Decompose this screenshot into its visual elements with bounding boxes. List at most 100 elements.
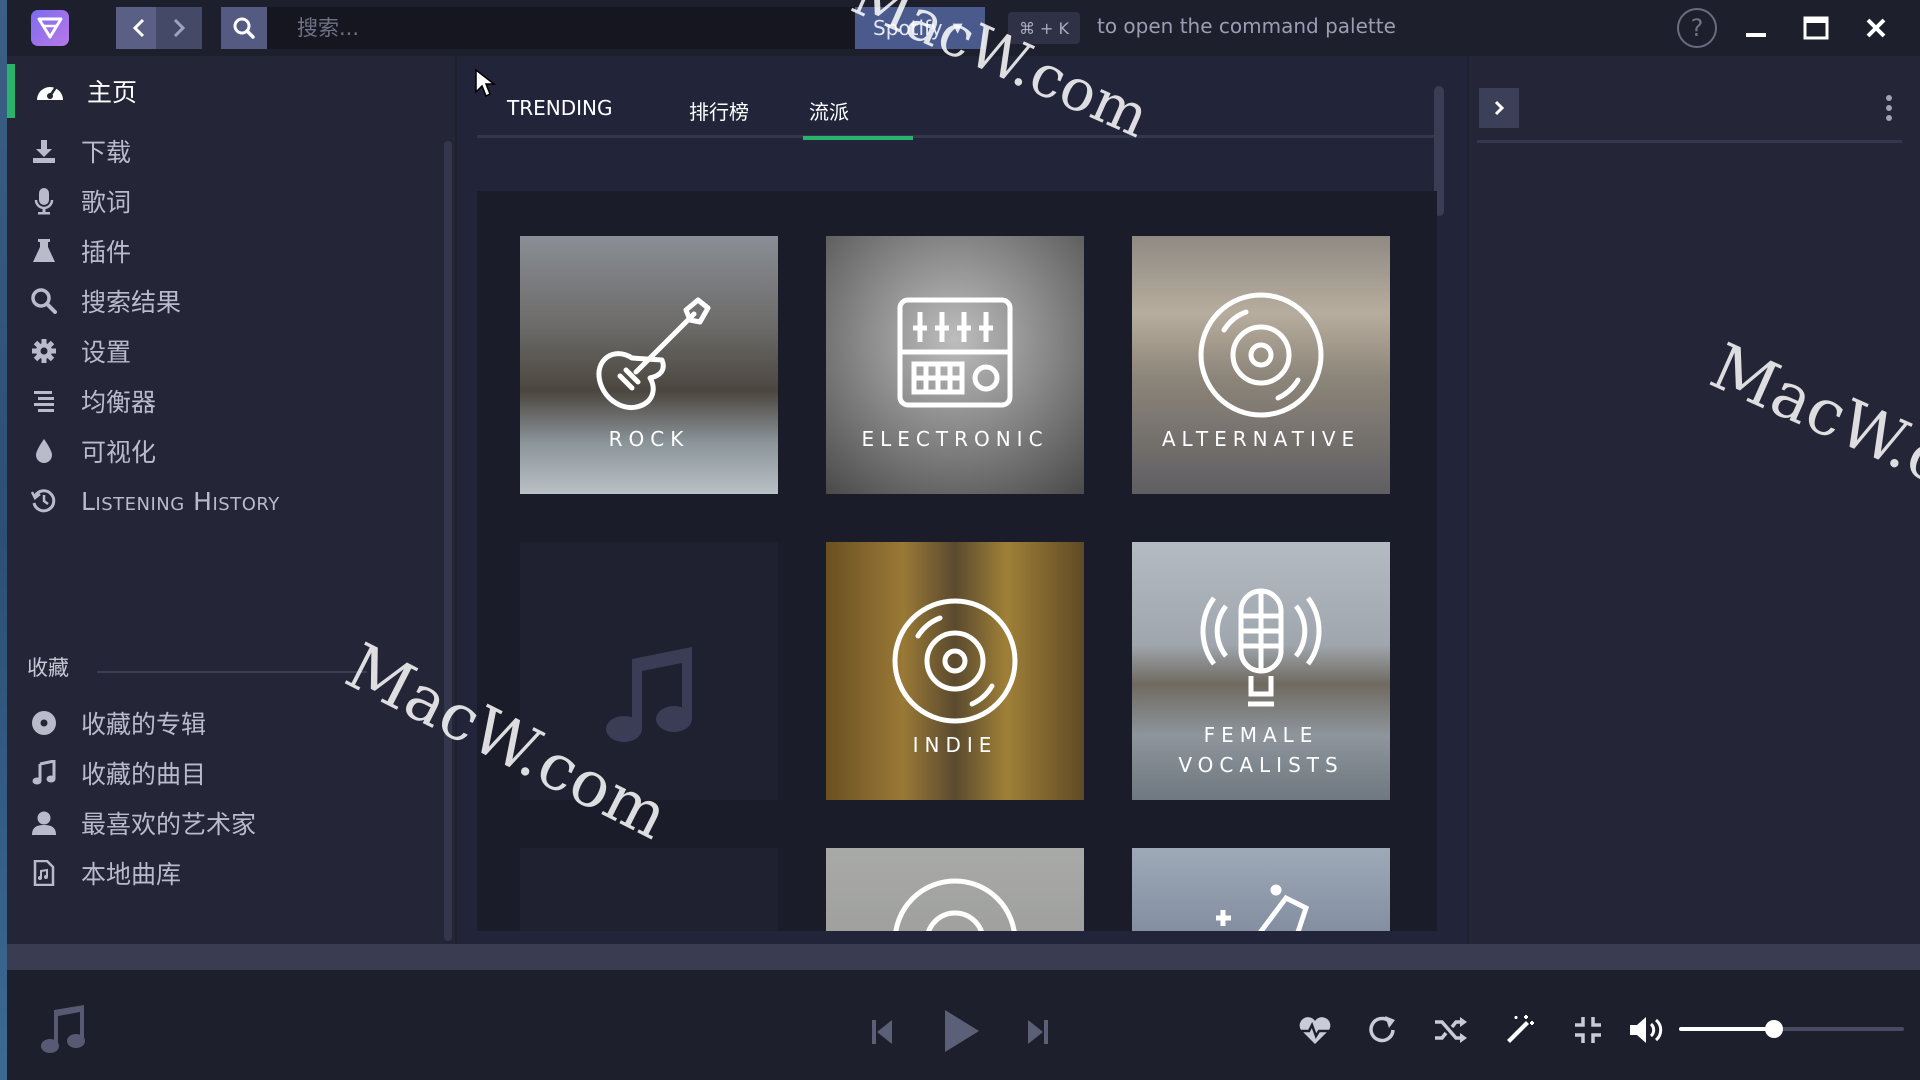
magic-button[interactable]: [1503, 1012, 1537, 1046]
volume-button[interactable]: [1627, 1014, 1667, 1046]
sidebar: 主页 下载 歌词 插件 搜索结果 设置 均衡器 可视化 Listening Hi…: [7, 56, 455, 944]
guitar-icon: [596, 297, 711, 410]
sidebar-item-favorite-tracks[interactable]: 收藏的曲目: [29, 746, 449, 800]
title-bar: Spotify ▼ ⌘ + K to open the command pale…: [7, 0, 1920, 56]
sidebar-item-label: 收藏的曲目: [81, 760, 207, 789]
active-tab-indicator: [803, 136, 913, 140]
tab-charts[interactable]: 排行榜: [677, 96, 761, 125]
volume-thumb[interactable]: [1764, 1020, 1783, 1038]
play-button[interactable]: [939, 1006, 983, 1056]
droplet-icon: [29, 436, 59, 466]
maximize-button[interactable]: [1796, 12, 1836, 44]
genre-card-female-vocalists[interactable]: FEMALE VOCALISTS: [1132, 542, 1390, 800]
sidebar-item-settings[interactable]: 设置: [29, 324, 449, 378]
sidebar-item-label: Listening History: [81, 486, 280, 516]
sidebar-item-label: 本地曲库: [81, 860, 182, 889]
seek-bar[interactable]: [7, 944, 1920, 970]
favorite-button[interactable]: [1297, 1014, 1333, 1048]
disc-icon: [29, 708, 59, 738]
caret-down-icon: ▼: [952, 20, 963, 36]
sidebar-item-search-results[interactable]: 搜索结果: [29, 274, 449, 328]
sidebar-item-label: 可视化: [81, 438, 157, 467]
skip-back-icon: [872, 1020, 892, 1044]
command-palette-hint: to open the command palette: [1097, 14, 1396, 38]
sidebar-item-label: 收藏的专辑: [81, 710, 207, 739]
desktop-background: [0, 0, 7, 1080]
sidebar-item-label: 搜索结果: [81, 288, 182, 317]
search-button[interactable]: [221, 7, 267, 49]
flask-icon: [29, 236, 59, 266]
chevron-left-icon: [132, 18, 145, 38]
genre-card-partial[interactable]: [1132, 848, 1390, 931]
music-note-icon: [29, 758, 59, 788]
sidebar-item-home[interactable]: 主页: [35, 64, 455, 118]
genre-card-rock[interactable]: ROCK: [520, 236, 778, 494]
genre-grid: ROCK ELECTRONIC ALTERNATIVE INDIE FEMALE…: [477, 191, 1437, 931]
genre-label: ALTERNATIVE: [1161, 427, 1361, 451]
previous-button[interactable]: [867, 1014, 897, 1050]
chevron-right-icon: [173, 18, 186, 38]
sidebar-item-favorite-albums[interactable]: 收藏的专辑: [29, 696, 449, 750]
gear-icon: [29, 336, 59, 366]
player-bar: [7, 970, 1920, 1080]
genre-card-placeholder[interactable]: [520, 542, 778, 800]
sidebar-item-plugins[interactable]: 插件: [29, 224, 449, 278]
active-indicator: [7, 64, 15, 118]
genre-label-line2: VOCALISTS: [1178, 753, 1344, 777]
sidebar-item-downloads[interactable]: 下载: [29, 124, 449, 178]
vinyl-icon: [1198, 292, 1324, 418]
shortcut-badge: ⌘ + K: [1008, 12, 1080, 44]
app-logo-icon[interactable]: [31, 10, 69, 46]
genre-card-electronic[interactable]: ELECTRONIC: [826, 236, 1084, 494]
genre-label: FEMALE: [1203, 723, 1319, 747]
genre-card-partial[interactable]: [520, 848, 778, 931]
sidebar-item-equalizer[interactable]: 均衡器: [29, 374, 449, 428]
next-button[interactable]: [1023, 1014, 1053, 1050]
sidebar-item-lyrics[interactable]: 歌词: [29, 174, 449, 228]
tab-bar: TRENDING 排行榜 流派: [477, 86, 1437, 140]
compress-icon: [1575, 1017, 1601, 1043]
genre-card-alternative[interactable]: ALTERNATIVE: [1132, 236, 1390, 494]
genre-card-indie[interactable]: INDIE: [826, 542, 1084, 800]
more-vertical-icon[interactable]: [1885, 94, 1893, 122]
compress-button[interactable]: [1572, 1014, 1604, 1046]
minimize-icon: [1746, 33, 1766, 37]
search-provider-select[interactable]: Spotify ▼: [855, 7, 985, 49]
sidebar-item-local-library[interactable]: 本地曲库: [29, 846, 449, 900]
tab-trending[interactable]: TRENDING: [495, 96, 624, 120]
tab-genres[interactable]: 流派: [797, 96, 861, 125]
sidebar-item-label: 设置: [81, 338, 132, 367]
shuffle-icon: [1435, 1017, 1467, 1043]
equalizer-icon: [29, 386, 59, 416]
close-icon: [1866, 18, 1886, 38]
download-icon: [29, 136, 59, 166]
vinyl-icon: [893, 878, 1017, 931]
close-button[interactable]: [1856, 12, 1896, 44]
sidebar-item-label: 歌词: [81, 188, 132, 217]
vinyl-icon: [892, 598, 1018, 724]
play-icon: [945, 1010, 979, 1052]
volume-slider[interactable]: [1679, 1020, 1904, 1038]
genre-label: ROCK: [608, 427, 690, 451]
minimize-button[interactable]: [1736, 12, 1776, 44]
right-panel: [1469, 56, 1920, 944]
sidebar-item-listening-history[interactable]: Listening History: [29, 474, 449, 528]
magic-wand-icon: [1507, 1015, 1534, 1043]
sidebar-item-label: 主页: [87, 78, 138, 107]
user-icon: [29, 808, 59, 838]
sidebar-item-favorite-artists[interactable]: 最喜欢的艺术家: [29, 796, 449, 850]
repeat-button[interactable]: [1366, 1013, 1400, 1047]
genre-label: ELECTRONIC: [861, 427, 1049, 451]
search-input[interactable]: [267, 7, 857, 49]
music-note-icon: [606, 647, 692, 742]
heart-pulse-icon: [1299, 1017, 1331, 1044]
expand-panel-button[interactable]: [1479, 88, 1519, 128]
genre-card-partial[interactable]: [826, 848, 1084, 931]
sidebar-item-visualizer[interactable]: 可视化: [29, 424, 449, 478]
volume-icon: [1630, 1017, 1663, 1043]
sidebar-scrollbar[interactable]: [444, 141, 452, 941]
help-icon[interactable]: ?: [1677, 8, 1717, 48]
shuffle-button[interactable]: [1434, 1014, 1468, 1046]
forward-button[interactable]: [156, 7, 202, 49]
skip-forward-icon: [1028, 1020, 1048, 1044]
